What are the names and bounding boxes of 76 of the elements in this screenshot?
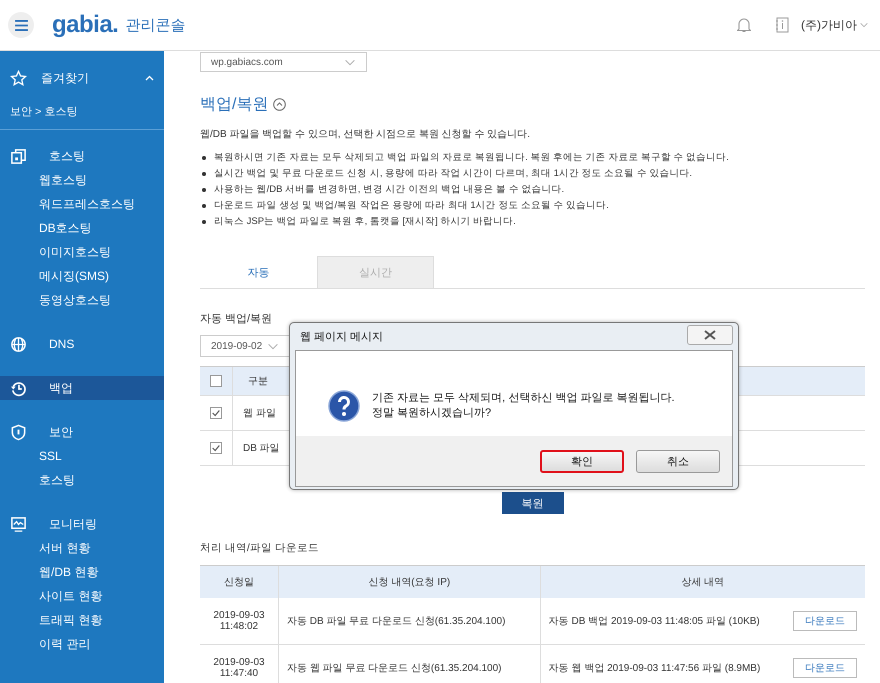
breadcrumb[interactable]: 보안 > 호스팅 <box>0 95 164 130</box>
nav-subitem[interactable]: 트래픽 현황 <box>0 608 164 632</box>
caret-icon <box>860 22 868 28</box>
nav-subitem[interactable]: 웹/DB 현황 <box>0 560 164 584</box>
table-cell: 2019-09-03 11:47:40 <box>200 644 278 683</box>
favorites-label[interactable]: 즐겨찾기 <box>41 70 145 86</box>
nav-subitem[interactable]: 사이트 현황 <box>0 584 164 608</box>
server-icon <box>10 148 27 164</box>
collapse-icon[interactable] <box>273 98 286 111</box>
note-text: 복원하시면 기존 자료는 모두 삭제되고 백업 파일의 자료로 복원됩니다. 복원 후에는 기존 자료로 복구할 수 없습니다. <box>214 151 729 165</box>
note-text: 실시간 백업 및 무료 다운로드 신청 시, 용량에 따라 작업 시간이 다르며, 최대 1시간 정도 소요될 수 있습니다. <box>214 167 692 181</box>
close-button[interactable] <box>687 324 733 344</box>
logo[interactable]: gabia. <box>52 11 118 39</box>
nav-item[interactable]: 보안 <box>0 420 164 444</box>
monitor-icon <box>10 516 27 532</box>
table-cell-text: 자동 DB 백업 2019-09-03 11:48:05 파일 (10KB) <box>548 615 760 628</box>
note-text: 사용하는 웹/DB 서버를 변경하면, 변경 시간 이전의 백업 내용은 볼 수 없습니다. <box>214 183 564 197</box>
chevron-icon[interactable] <box>145 75 154 81</box>
nav-subitem[interactable]: 서버 현황 <box>0 536 164 560</box>
download-button[interactable]: 다운로드 <box>793 611 857 631</box>
nav-subitem[interactable]: 메시징(SMS) <box>0 264 164 288</box>
intro-text: 웹/DB 파일을 백업할 수 있으며, 선택한 시점으로 복원 신청할 수 있습니다. <box>200 128 532 141</box>
table-cell: 2019-09-03 11:48:02 <box>200 598 278 644</box>
nav-item[interactable]: DNS <box>0 332 164 356</box>
nav-subitem[interactable]: 이력 관리 <box>0 632 164 656</box>
bullet-icon <box>202 156 206 160</box>
nav-item[interactable]: 백업 <box>0 376 164 400</box>
menu-button[interactable] <box>8 12 34 38</box>
bullet-icon <box>202 220 206 224</box>
note-text: 다운로드 파일 생성 및 백업/복원 작업은 용량에 따라 최대 1시간 정도 소요될 수 있습니다. <box>214 199 609 213</box>
nav-subitem[interactable]: 호스팅 <box>0 468 164 492</box>
bullet-icon <box>202 188 206 192</box>
close-icon <box>704 330 716 340</box>
nav-subitem[interactable]: 이미지호스팅 <box>0 240 164 264</box>
globe-icon <box>10 336 27 352</box>
nav-subitem[interactable]: SSL <box>0 444 164 468</box>
checkbox[interactable] <box>210 375 222 387</box>
account-menu[interactable]: (주)가비아 <box>801 16 868 34</box>
table-cell: 자동 DB 파일 무료 다운로드 신청(61.35.204.100) <box>278 598 540 644</box>
column-header: 상세 내역 <box>540 566 865 598</box>
caret-icon <box>267 342 279 350</box>
bell-icon[interactable] <box>737 17 751 33</box>
download-button[interactable]: 다운로드 <box>793 658 857 678</box>
table-cell: 자동 웹 파일 무료 다운로드 신청(61.35.204.100) <box>278 644 540 683</box>
page-title: 백업/복원 <box>200 95 268 115</box>
dialog-button[interactable]: 확인 <box>540 450 624 472</box>
bullet-icon <box>202 172 206 176</box>
note-text: 리눅스 JSP는 백업 파일로 복원 후, 톰캣을 [재시작] 하시기 바랍니다. <box>214 215 516 229</box>
nav-subitem[interactable]: 워드프레스호스팅 <box>0 192 164 216</box>
history-icon <box>10 380 27 396</box>
checkbox[interactable] <box>210 407 222 419</box>
checkbox[interactable] <box>210 442 222 454</box>
menu-icon <box>14 20 28 30</box>
dialog-button[interactable]: 취소 <box>636 450 720 472</box>
nav-item[interactable]: 호스팅 <box>0 144 164 168</box>
dialog-message: 기존 자료는 모두 삭제되며, 선택하신 백업 파일로 복원됩니다. 정말 복원하시겠습니까? <box>372 390 675 420</box>
domain-select[interactable]: wp.gabiacs.com <box>200 52 367 72</box>
nav-subitem[interactable]: 웹호스팅 <box>0 168 164 192</box>
console-title: 관리콘솔 <box>125 16 186 34</box>
nav-subitem[interactable]: DB호스팅 <box>0 216 164 240</box>
column-header: 신청일 <box>200 566 278 598</box>
nav-item[interactable]: 모니터링 <box>0 512 164 536</box>
caret-icon <box>344 58 356 66</box>
restore-button[interactable]: 복원 <box>502 492 564 514</box>
column-header: 구분 <box>232 367 283 395</box>
nav-subitem[interactable]: 동영상호스팅 <box>0 288 164 312</box>
shield-icon <box>10 424 27 440</box>
column-header: 신청 내역(요청 IP) <box>278 566 540 598</box>
dialog-title: 웹 페이지 메시지 <box>300 330 384 344</box>
bullet-icon <box>202 204 206 208</box>
info-icon[interactable] <box>775 17 789 33</box>
star-icon[interactable] <box>10 70 27 86</box>
section-title: 자동 백업/복원 <box>200 312 274 326</box>
question-icon <box>328 390 360 422</box>
table-cell-text: 자동 웹 백업 2019-09-03 11:47:56 파일 (8.9MB) <box>548 662 760 675</box>
section-title: 처리 내역/파일 다운로드 <box>200 541 320 555</box>
